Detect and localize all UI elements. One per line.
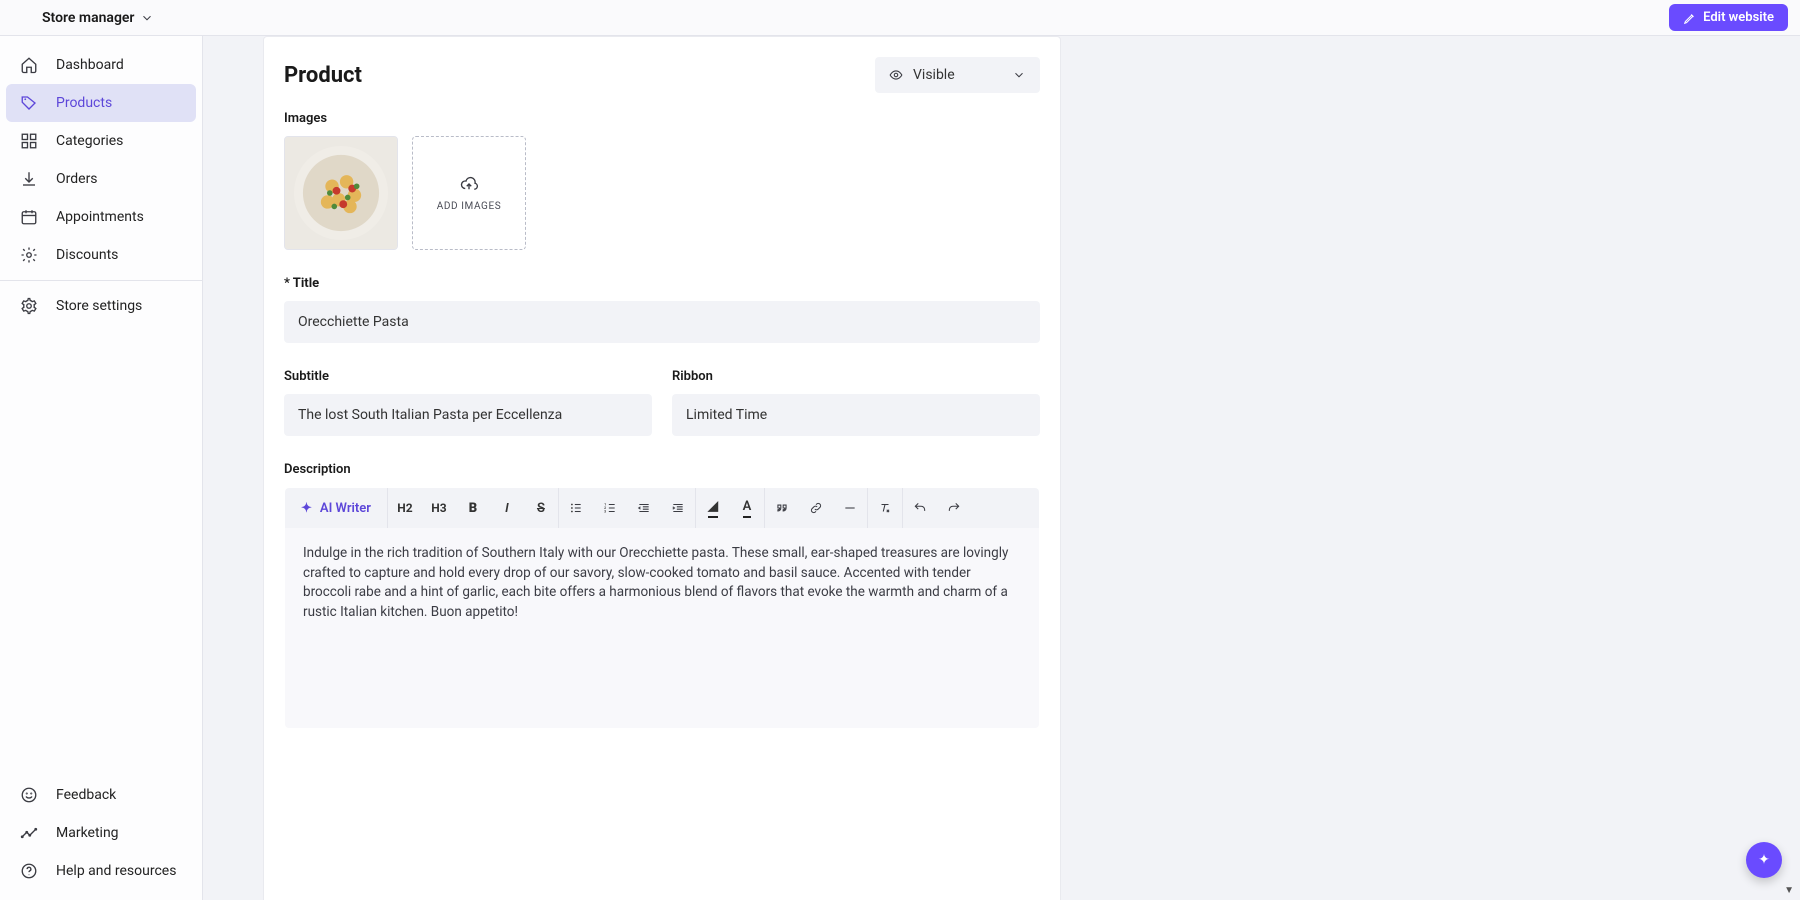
- food-image: [285, 137, 397, 249]
- visibility-dropdown[interactable]: Visible: [875, 57, 1040, 93]
- sidebar-item-marketing[interactable]: Marketing: [6, 814, 196, 852]
- corner-caret-icon: ▼: [1784, 885, 1794, 896]
- calendar-icon: [20, 208, 38, 226]
- ai-writer-label: AI Writer: [320, 501, 371, 516]
- strike-button[interactable]: S: [524, 488, 558, 528]
- sparkle-icon: ✦: [1758, 852, 1770, 868]
- gear-icon: [20, 246, 38, 264]
- description-label: Description: [284, 462, 1040, 477]
- sidebar-item-discounts[interactable]: Discounts: [6, 236, 196, 274]
- sidebar-item-appointments[interactable]: Appointments: [6, 198, 196, 236]
- bullet-list-button[interactable]: [559, 488, 593, 528]
- smile-icon: [20, 786, 38, 804]
- home-icon: [20, 56, 38, 74]
- heading2-button[interactable]: H2: [388, 488, 422, 528]
- bold-button[interactable]: B: [456, 488, 490, 528]
- redo-button[interactable]: [937, 488, 971, 528]
- ribbon-input[interactable]: [672, 394, 1040, 436]
- subtitle-label: Subtitle: [284, 369, 652, 384]
- sidebar-item-label: Help and resources: [56, 863, 176, 879]
- sidebar-item-store-settings[interactable]: Store settings: [6, 287, 196, 325]
- ribbon-label: Ribbon: [672, 369, 1040, 384]
- text-color-button[interactable]: A: [730, 488, 764, 528]
- clear-format-button[interactable]: [868, 488, 902, 528]
- ai-writer-button[interactable]: ✦ AI Writer: [285, 501, 387, 516]
- sparkle-icon: ✦: [301, 501, 312, 516]
- edit-website-button[interactable]: Edit website: [1669, 4, 1788, 31]
- heading3-button[interactable]: H3: [422, 488, 456, 528]
- chevron-down-icon: [140, 11, 154, 25]
- link-button[interactable]: [799, 488, 833, 528]
- grid-icon: [20, 132, 38, 150]
- upload-cloud-icon: [460, 175, 478, 193]
- description-textarea[interactable]: Indulge in the rich tradition of Souther…: [285, 528, 1039, 728]
- sidebar-item-orders[interactable]: Orders: [6, 160, 196, 198]
- fab-sparkle-button[interactable]: ✦: [1746, 842, 1782, 878]
- subtitle-input[interactable]: [284, 394, 652, 436]
- visibility-label: Visible: [913, 67, 955, 83]
- svg-text:3: 3: [604, 510, 606, 514]
- product-image-thumbnail[interactable]: [284, 136, 398, 250]
- title-input[interactable]: [284, 301, 1040, 343]
- product-card: Product Visible Images: [263, 36, 1061, 900]
- sidebar-item-categories[interactable]: Categories: [6, 122, 196, 160]
- sidebar-item-label: Dashboard: [56, 57, 124, 73]
- rich-text-editor: ✦ AI Writer H2 H3 B I S: [284, 487, 1040, 729]
- images-label: Images: [284, 111, 1040, 126]
- hr-button[interactable]: [833, 488, 867, 528]
- sidebar-item-help[interactable]: Help and resources: [6, 852, 196, 890]
- help-icon: [20, 862, 38, 880]
- sidebar-item-feedback[interactable]: Feedback: [6, 776, 196, 814]
- chevron-down-icon: [1012, 68, 1026, 82]
- sidebar-item-dashboard[interactable]: Dashboard: [6, 46, 196, 84]
- sidebar-item-label: Appointments: [56, 209, 144, 225]
- add-images-label: ADD IMAGES: [437, 201, 502, 212]
- eye-icon: [889, 68, 903, 82]
- undo-button[interactable]: [903, 488, 937, 528]
- page-title: Product: [284, 63, 362, 88]
- title-label: * Title: [284, 276, 1040, 291]
- add-images-button[interactable]: ADD IMAGES: [412, 136, 526, 250]
- settings-icon: [20, 297, 38, 315]
- sidebar-item-label: Marketing: [56, 825, 119, 841]
- sidebar-item-label: Discounts: [56, 247, 118, 263]
- sidebar-item-label: Store settings: [56, 298, 142, 314]
- highlight-button[interactable]: ◢: [696, 488, 730, 528]
- indent-right-button[interactable]: [661, 488, 695, 528]
- chart-icon: [20, 824, 38, 842]
- sidebar: Dashboard Products Categories Orders App…: [0, 36, 203, 900]
- sidebar-item-label: Feedback: [56, 787, 116, 803]
- italic-button[interactable]: I: [490, 488, 524, 528]
- sidebar-item-label: Categories: [56, 133, 123, 149]
- tag-icon: [20, 94, 38, 112]
- pencil-icon: [1683, 11, 1697, 25]
- download-icon: [20, 170, 38, 188]
- sidebar-item-label: Products: [56, 95, 112, 111]
- sidebar-divider: [0, 280, 202, 281]
- sidebar-item-label: Orders: [56, 171, 98, 187]
- sidebar-item-products[interactable]: Products: [6, 84, 196, 122]
- quote-button[interactable]: [765, 488, 799, 528]
- store-manager-dropdown[interactable]: Store manager: [42, 10, 154, 26]
- editor-toolbar: ✦ AI Writer H2 H3 B I S: [285, 488, 1039, 528]
- edit-website-label: Edit website: [1703, 10, 1774, 25]
- indent-left-button[interactable]: [627, 488, 661, 528]
- topbar-title: Store manager: [42, 10, 134, 26]
- ordered-list-button[interactable]: 123: [593, 488, 627, 528]
